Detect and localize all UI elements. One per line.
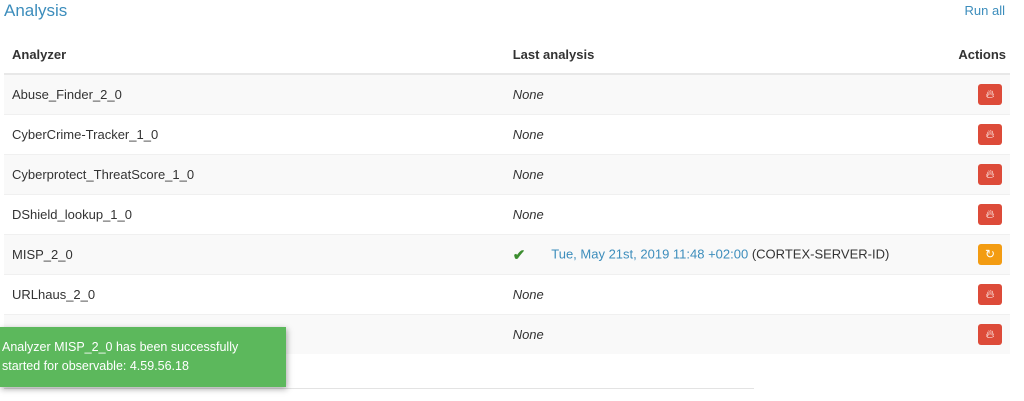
actions-cell: 🔥︎ xyxy=(950,154,1010,195)
last-analysis-none: None xyxy=(512,167,544,182)
column-header-last-analysis: Last analysis xyxy=(504,35,951,75)
fire-icon: 🔥︎ xyxy=(985,87,995,101)
last-analysis-cell: None xyxy=(504,314,951,354)
table-header-row: Analyzer Last analysis Actions xyxy=(4,35,1010,75)
table-row: URLhaus_2_0 None 🔥︎ xyxy=(4,274,1010,315)
fire-icon: 🔥︎ xyxy=(985,167,995,181)
check-icon: ✔ xyxy=(512,246,526,264)
run-analyzer-button[interactable]: 🔥︎ xyxy=(978,164,1002,185)
actions-cell: ↻ xyxy=(950,234,1010,275)
last-analysis-cell: ✔ Tue, May 21st, 2019 11:48 +02:00 (CORTE… xyxy=(504,234,951,275)
run-analyzer-button[interactable]: 🔥︎ xyxy=(978,204,1002,225)
table-row: MISP_2_0 ✔ Tue, May 21st, 2019 11:48 +02:… xyxy=(4,234,1010,275)
analysis-panel: Analysis Run all Analyzer Last analysis … xyxy=(0,0,1024,401)
divider xyxy=(4,388,754,389)
server-id: (CORTEX-SERVER-ID) xyxy=(751,245,890,261)
fire-icon: 🔥︎ xyxy=(985,327,995,341)
success-toast[interactable]: Analyzer MISP_2_0 has been successfully … xyxy=(0,327,286,387)
last-analysis-none: None xyxy=(512,327,544,342)
actions-cell: 🔥︎ xyxy=(950,114,1010,155)
analyzer-name: Abuse_Finder_2_0 xyxy=(4,73,505,115)
analyzer-name: CyberCrime-Tracker_1_0 xyxy=(4,114,505,155)
analyzer-name: URLhaus_2_0 xyxy=(4,274,505,315)
fire-icon: 🔥︎ xyxy=(985,287,995,301)
run-analyzer-button[interactable]: 🔥︎ xyxy=(978,124,1002,145)
run-analyzer-button[interactable]: 🔥︎ xyxy=(978,284,1002,305)
last-analysis-none: None xyxy=(512,287,544,302)
last-analysis-none: None xyxy=(512,207,544,222)
section-title: Analysis xyxy=(4,1,68,20)
last-analysis-cell: None xyxy=(504,154,951,195)
toast-message-line1: Analyzer MISP_2_0 has been successfully xyxy=(2,340,239,354)
last-analysis-cell: None xyxy=(504,194,951,235)
last-analysis-cell: None xyxy=(504,274,951,315)
last-analysis-date-link[interactable]: Tue, May 21st, 2019 11:48 +02:00 xyxy=(551,246,748,261)
last-analysis-cell: None xyxy=(504,73,951,115)
actions-cell: 🔥︎ xyxy=(950,73,1010,115)
last-analysis-cell: None xyxy=(504,114,951,155)
column-header-actions: Actions xyxy=(950,35,1010,75)
run-analyzer-button[interactable]: 🔥︎ xyxy=(978,324,1002,345)
analyzer-name: MISP_2_0 xyxy=(4,234,505,275)
run-analyzer-button[interactable]: 🔥︎ xyxy=(978,84,1002,105)
rerun-analyzer-button[interactable]: ↻ xyxy=(978,244,1002,265)
refresh-icon: ↻ xyxy=(984,247,996,261)
column-header-analyzer: Analyzer xyxy=(4,35,505,75)
toast-message-line2: started for observable: 4.59.56.18 xyxy=(2,359,189,373)
actions-cell: 🔥︎ xyxy=(950,314,1010,354)
table-row: Abuse_Finder_2_0 None 🔥︎ xyxy=(4,73,1010,115)
analyzer-name: Cyberprotect_ThreatScore_1_0 xyxy=(4,154,505,195)
analyzer-name: DShield_lookup_1_0 xyxy=(4,194,505,235)
table-row: CyberCrime-Tracker_1_0 None 🔥︎ xyxy=(4,114,1010,155)
fire-icon: 🔥︎ xyxy=(985,127,995,141)
table-row: DShield_lookup_1_0 None 🔥︎ xyxy=(4,194,1010,235)
analyzers-table: Analyzer Last analysis Actions Abuse_Fin… xyxy=(4,35,1010,354)
last-analysis-none: None xyxy=(512,87,544,102)
fire-icon: 🔥︎ xyxy=(985,207,995,221)
run-all-link[interactable]: Run all xyxy=(965,3,1005,19)
last-analysis-none: None xyxy=(512,127,544,142)
actions-cell: 🔥︎ xyxy=(950,274,1010,315)
actions-cell: 🔥︎ xyxy=(950,194,1010,235)
table-row: Cyberprotect_ThreatScore_1_0 None 🔥︎ xyxy=(4,154,1010,195)
